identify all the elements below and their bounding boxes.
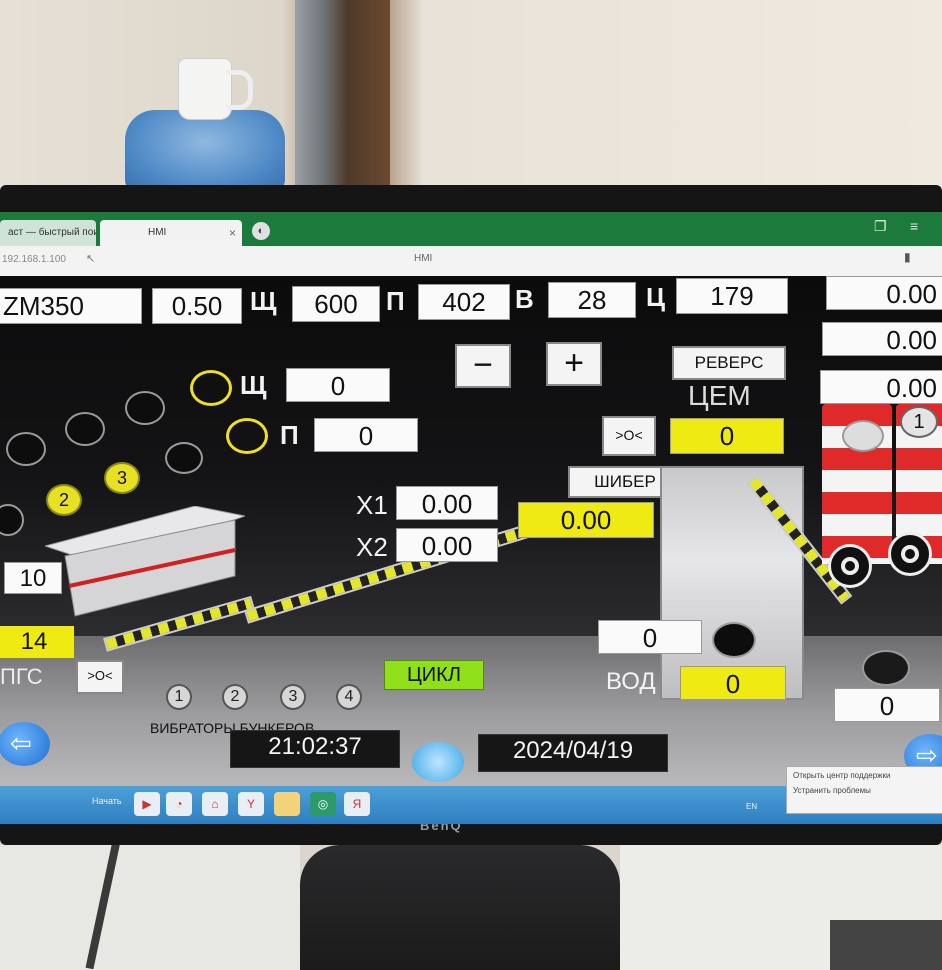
recipe-field[interactable]: ZM350	[0, 288, 142, 324]
x2-label: X2	[356, 532, 388, 562]
silo2-field[interactable]: 0.00	[822, 322, 942, 356]
ts-label: Ц	[646, 282, 665, 312]
silo-indicator	[842, 420, 884, 452]
vibrator-1-button[interactable]: 1	[166, 684, 192, 710]
bin-indicator	[65, 412, 105, 446]
silo-fan-icon	[888, 532, 932, 576]
yandex-browser-icon[interactable]: Я	[344, 792, 370, 816]
additive-field[interactable]: 0	[834, 688, 940, 722]
tab-search[interactable]: аст — быстрый поис	[0, 220, 96, 246]
media-icon[interactable]: ▶	[134, 792, 160, 816]
bin-3-indicator: 3	[104, 462, 140, 494]
mug	[178, 58, 232, 120]
bin-weight-field[interactable]: 10	[4, 562, 62, 594]
menu-icon[interactable]: ≡	[910, 218, 918, 234]
desk-surface	[0, 845, 300, 970]
menu-item-troubleshoot[interactable]: Устранить проблемы	[787, 784, 942, 797]
cem-toggle-button[interactable]: >O<	[602, 416, 656, 456]
pgs-value: 14	[0, 626, 74, 658]
shch-label: Щ	[250, 286, 277, 316]
ts-field[interactable]: 28	[548, 282, 636, 318]
mixing-tower	[660, 466, 804, 700]
bin-indicator	[6, 432, 46, 466]
device-box	[830, 920, 942, 970]
plus-button[interactable]: +	[546, 342, 602, 386]
pgs-toggle-button[interactable]: >O<	[76, 660, 124, 694]
context-menu: Открыть центр поддержки Устранить пробле…	[786, 766, 942, 814]
vibrator-3-button[interactable]: 3	[280, 684, 306, 710]
time-display: 21:02:37	[230, 730, 400, 768]
vibrator-4-button[interactable]: 4	[336, 684, 362, 710]
pgs-label: ПГС	[0, 664, 43, 689]
browser-tab-bar: аст — быстрый поис HMI × ◐ ❐ ≡	[0, 212, 942, 246]
water-top-field[interactable]: 0	[598, 620, 702, 654]
page-title: HMI	[414, 253, 433, 264]
tab-label: HMI	[148, 227, 167, 238]
tab-hmi[interactable]: HMI ×	[100, 220, 242, 246]
p-agg-label: П	[280, 420, 299, 450]
shch-agg-value[interactable]: 0	[286, 368, 390, 402]
belt-value: 0.00	[518, 502, 654, 538]
silo3-field[interactable]: 0.00	[820, 370, 942, 404]
shch-ratio-field[interactable]: 0.50	[152, 288, 242, 324]
cycle-button[interactable]: ЦИКЛ	[384, 660, 484, 690]
tab-label: аст — быстрый поис	[8, 227, 96, 238]
address-text[interactable]: 192.168.1.100	[2, 254, 66, 265]
p-label: П	[386, 286, 405, 316]
vibrator-2-button[interactable]: 2	[222, 684, 248, 710]
cem-value: 0	[670, 418, 784, 454]
water-value: 0	[680, 666, 786, 700]
x1-label: X1	[356, 490, 388, 520]
bin-indicator	[125, 391, 165, 425]
cursor-icon: ↖	[86, 253, 96, 265]
silo-fan-icon	[828, 544, 872, 588]
shch-agg-label: Щ	[240, 370, 267, 400]
yandex-icon[interactable]: Y	[238, 792, 264, 816]
address-bar[interactable]: 192.168.1.100 ↖ HMI ▮	[0, 246, 942, 277]
water-label: ВОД	[606, 668, 656, 695]
reverse-button[interactable]: РЕВЕРС	[672, 346, 786, 380]
additive-indicator	[862, 650, 910, 686]
mug-handle	[226, 70, 253, 110]
p-field[interactable]: 600	[292, 286, 380, 322]
lang-indicator[interactable]: EN	[746, 802, 757, 811]
bin-indicator	[0, 504, 24, 536]
bookmark-icon[interactable]: ▮	[904, 250, 911, 264]
date-display: 2024/04/19	[478, 734, 668, 772]
v-label: В	[515, 284, 534, 314]
silo-number: 1	[900, 406, 938, 438]
silo1-field[interactable]: 0.00	[826, 276, 942, 310]
restore-icon[interactable]: ❐	[874, 218, 887, 235]
cem-label: ЦЕМ	[688, 380, 751, 411]
water-jug	[125, 110, 285, 190]
network-icon[interactable]: ⌂	[202, 792, 228, 816]
close-icon[interactable]: ×	[229, 220, 236, 246]
hmi-panel: ZM350 0.50 Щ 600 П 402 В 28 Ц 179 0.00 0…	[0, 276, 942, 786]
menu-item-support[interactable]: Открыть центр поддержки	[787, 767, 942, 784]
v-field[interactable]: 402	[418, 284, 510, 320]
p-agg-value[interactable]: 0	[314, 418, 418, 452]
x2-field[interactable]: 0.00	[396, 528, 498, 562]
back-arrow-icon[interactable]: ⇦	[0, 722, 50, 766]
clock-icon[interactable]	[412, 742, 464, 782]
shch-indicator	[190, 370, 232, 406]
bin-indicator	[165, 442, 203, 474]
folder-icon[interactable]	[274, 792, 300, 816]
monitor-stand	[300, 845, 620, 970]
start-label[interactable]: Начать	[92, 796, 122, 806]
last-field[interactable]: 179	[676, 278, 788, 314]
browser-icon[interactable]: ◔	[166, 792, 192, 816]
minus-button[interactable]: −	[455, 344, 511, 388]
water-indicator	[712, 622, 756, 658]
new-tab-icon[interactable]: ◐	[252, 222, 270, 240]
door-frame	[295, 0, 390, 200]
p-indicator	[226, 418, 268, 454]
screen: аст — быстрый поис HMI × ◐ ❐ ≡ 192.168.1.…	[0, 212, 942, 824]
app-icon[interactable]: ◎	[310, 792, 336, 816]
x1-field[interactable]: 0.00	[396, 486, 498, 520]
